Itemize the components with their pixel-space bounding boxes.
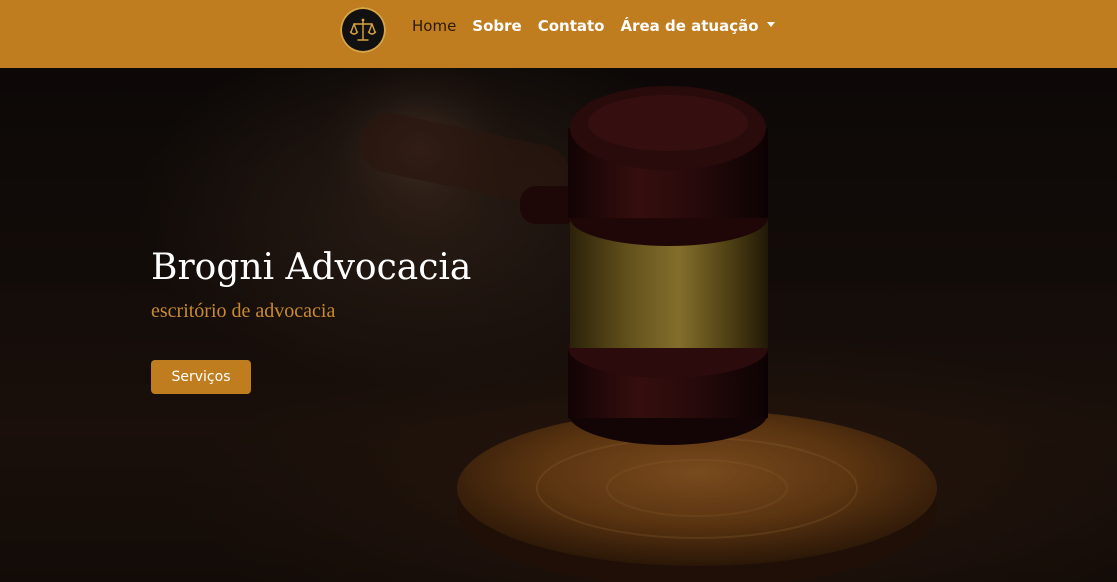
nav-area-label: Área de atuação xyxy=(620,17,759,35)
hero-title: Brogni Advocacia xyxy=(151,247,472,288)
hero-section: Brogni Advocacia escritório de advocacia… xyxy=(0,68,1117,582)
nav-sobre[interactable]: Sobre xyxy=(464,17,529,35)
hero-overlay xyxy=(0,68,1117,582)
servicos-button[interactable]: Serviços xyxy=(151,360,251,394)
hero-subtitle: escritório de advocacia xyxy=(151,300,336,322)
nav-home[interactable]: Home xyxy=(404,17,464,35)
chevron-down-icon xyxy=(766,22,775,27)
main-nav: Home Sobre Contato Área de atuação xyxy=(404,14,783,38)
nav-contato[interactable]: Contato xyxy=(530,17,613,35)
navbar: Home Sobre Contato Área de atuação xyxy=(0,0,1117,68)
scales-icon-graphic xyxy=(349,18,377,41)
nav-area-de-atuacao-dropdown[interactable]: Área de atuação xyxy=(612,17,782,35)
scales-of-justice-icon[interactable] xyxy=(340,7,386,53)
